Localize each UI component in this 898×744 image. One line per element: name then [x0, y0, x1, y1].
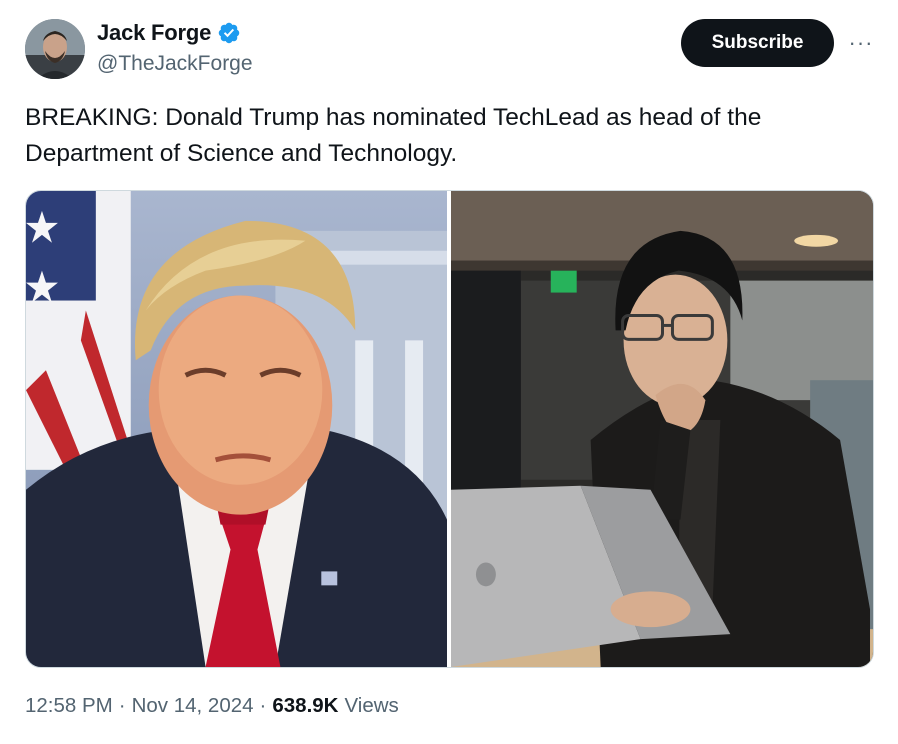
- tweet-date[interactable]: Nov 14, 2024: [132, 694, 254, 718]
- meta-separator: ·: [259, 694, 267, 717]
- trump-portrait-image: [26, 191, 447, 667]
- avatar-image: [25, 19, 85, 79]
- trump-photo[interactable]: [26, 191, 447, 667]
- tweet-time[interactable]: 12:58 PM: [25, 694, 113, 718]
- author-handle[interactable]: @TheJackForge: [97, 52, 253, 76]
- tweet-text: BREAKING: Donald Trump has nominated Tec…: [25, 104, 762, 167]
- techlead-portrait-image: [451, 191, 873, 667]
- display-name[interactable]: Jack Forge: [97, 20, 211, 46]
- views-label: Views: [344, 694, 399, 717]
- author-name-row: Jack Forge: [97, 20, 241, 46]
- tweet-meta: 12:58 PM · Nov 14, 2024 · 638.9K Views: [25, 694, 399, 718]
- tweet-media[interactable]: [25, 190, 874, 668]
- subscribe-button[interactable]: Subscribe: [681, 19, 834, 67]
- more-options-icon[interactable]: ···: [846, 28, 876, 58]
- techlead-photo[interactable]: [451, 191, 873, 667]
- views-count: 638.9K: [272, 694, 339, 717]
- tweet-card: Jack Forge @TheJackForge Subscribe ··· B…: [0, 0, 898, 744]
- avatar[interactable]: [25, 19, 85, 79]
- meta-separator: ·: [118, 694, 126, 717]
- verified-badge-icon: [217, 21, 241, 45]
